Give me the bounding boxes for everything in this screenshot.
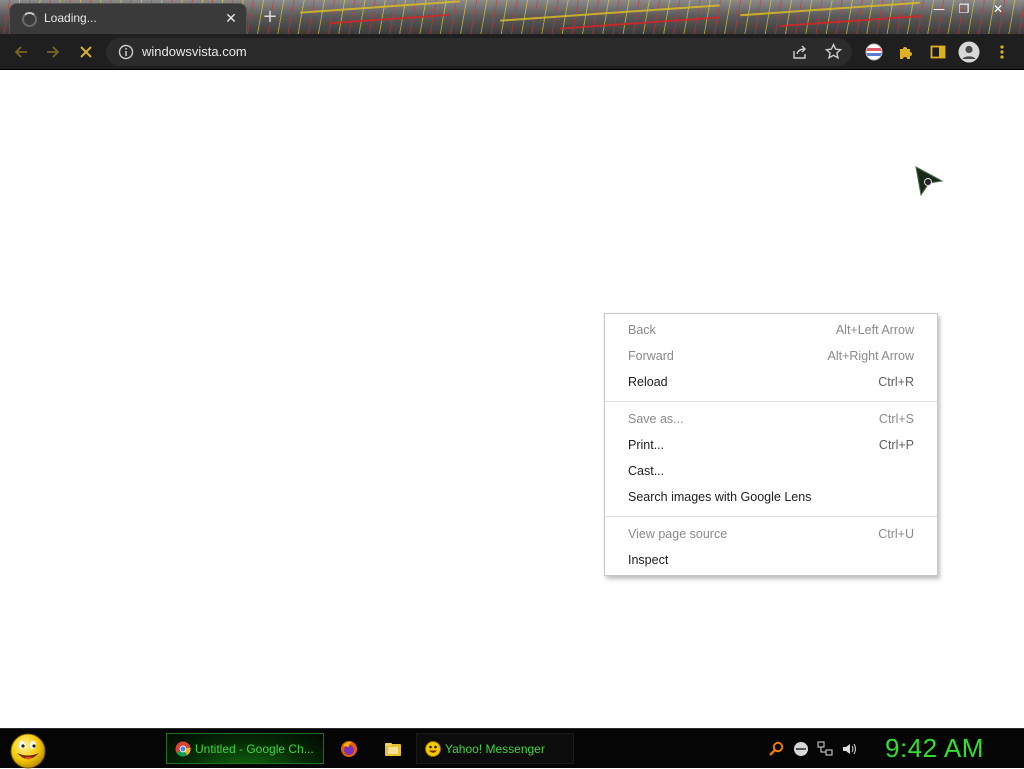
mouse-cursor-icon bbox=[915, 166, 944, 197]
menu-item-shortcut: Ctrl+R bbox=[878, 375, 914, 389]
taskbar-button-label: Yahoo! Messenger bbox=[445, 741, 545, 756]
menu-item-reload[interactable]: Reload Ctrl+R bbox=[605, 370, 937, 396]
side-panel-button[interactable] bbox=[926, 40, 950, 64]
menu-item-label: Cast... bbox=[628, 464, 665, 478]
tab-close-button[interactable]: ✕ bbox=[222, 10, 240, 28]
menu-item-shortcut: Alt+Left Arrow bbox=[835, 323, 914, 337]
tab-title: Loading... bbox=[44, 11, 97, 25]
search-tray-icon[interactable] bbox=[768, 741, 784, 757]
loading-spinner-icon bbox=[22, 12, 37, 27]
share-icon[interactable] bbox=[792, 44, 808, 60]
menu-icon bbox=[1000, 45, 1004, 59]
menu-item-label: View page source bbox=[628, 527, 728, 541]
menu-separator bbox=[605, 401, 937, 402]
new-tab-button[interactable]: + bbox=[260, 7, 280, 27]
start-button-smiley-icon[interactable] bbox=[8, 731, 48, 769]
profile-button[interactable] bbox=[957, 40, 981, 64]
menu-item-shortcut: Ctrl+P bbox=[878, 438, 914, 452]
bookmark-star-icon[interactable] bbox=[825, 43, 842, 60]
stop-loading-button[interactable] bbox=[74, 40, 98, 64]
taskbar: Untitled - Google Ch... Yahoo! Messenger… bbox=[0, 728, 1024, 769]
taskbar-clock[interactable]: 9:42 AM bbox=[885, 733, 984, 764]
browser-tab[interactable]: Loading... ✕ bbox=[9, 3, 247, 34]
info-icon[interactable] bbox=[118, 44, 134, 60]
wallpaper-streak bbox=[300, 0, 460, 14]
menu-item-label: Forward bbox=[628, 349, 674, 363]
context-menu: Back Alt+Left Arrow Forward Alt+Right Arrow… bbox=[604, 313, 938, 576]
network-icon[interactable] bbox=[817, 741, 833, 757]
menu-item-forward[interactable]: Forward Alt+Right Arrow bbox=[605, 344, 937, 370]
menu-item-print[interactable]: Print... Ctrl+P bbox=[605, 433, 937, 459]
restore-button[interactable]: ❐ bbox=[951, 2, 977, 16]
stop-icon bbox=[80, 46, 92, 58]
address-bar[interactable]: windowsvista.com bbox=[106, 38, 852, 66]
folder-icon[interactable] bbox=[384, 740, 402, 758]
menu-item-search-images-with-google-lens[interactable]: Search images with Google Lens bbox=[605, 485, 937, 511]
menu-item-save-as[interactable]: Save as... Ctrl+S bbox=[605, 407, 937, 433]
menu-item-shortcut: Alt+Right Arrow bbox=[827, 349, 915, 363]
url-text[interactable]: windowsvista.com bbox=[142, 44, 247, 59]
menu-item-label: Back bbox=[628, 323, 656, 337]
wallpaper-streak bbox=[740, 1, 920, 17]
title-bar: Loading... ✕ + — ❐ ✕ bbox=[0, 0, 1024, 34]
menu-item-shortcut: Ctrl+S bbox=[878, 412, 914, 426]
taskbar-button-chrome[interactable]: Untitled - Google Ch... bbox=[166, 733, 324, 764]
menu-item-label: Print... bbox=[628, 438, 665, 452]
back-icon bbox=[14, 46, 27, 58]
menu-item-inspect[interactable]: Inspect bbox=[605, 548, 937, 574]
chrome-icon bbox=[175, 741, 191, 756]
menu-item-label: Save as... bbox=[628, 412, 684, 426]
firefox-icon[interactable] bbox=[340, 740, 358, 758]
taskbar-button-yahoo-messenger[interactable]: Yahoo! Messenger bbox=[416, 733, 574, 764]
wallpaper-streak bbox=[560, 16, 720, 30]
minimize-button[interactable]: — bbox=[926, 2, 952, 16]
menu-separator bbox=[605, 516, 937, 517]
extensions-puzzle-icon bbox=[900, 47, 912, 59]
back-button[interactable] bbox=[9, 40, 33, 64]
profile-icon bbox=[958, 41, 980, 63]
forward-button[interactable] bbox=[41, 40, 65, 64]
menu-button[interactable] bbox=[990, 40, 1014, 64]
menu-item-label: Search images with Google Lens bbox=[628, 490, 812, 504]
wallpaper-streak bbox=[330, 13, 450, 25]
menu-item-view-page-source[interactable]: View page source Ctrl+U bbox=[605, 522, 937, 548]
yahoo-messenger-icon bbox=[425, 740, 441, 757]
wallpaper-streak bbox=[780, 15, 920, 27]
menu-item-cast[interactable]: Cast... bbox=[605, 459, 937, 485]
menu-item-label: Reload bbox=[628, 375, 668, 389]
browser-toolbar: windowsvista.com bbox=[0, 34, 1024, 70]
taskbar-button-label: Untitled - Google Ch... bbox=[195, 741, 314, 756]
forward-icon bbox=[47, 46, 60, 58]
menu-item-label: Inspect bbox=[628, 553, 669, 567]
window-close-button[interactable]: ✕ bbox=[985, 2, 1011, 16]
extensions-button[interactable] bbox=[894, 40, 918, 64]
side-panel-icon bbox=[930, 45, 946, 59]
extension-flag-button[interactable] bbox=[862, 40, 886, 64]
volume-icon[interactable] bbox=[841, 741, 857, 757]
menu-item-back[interactable]: Back Alt+Left Arrow bbox=[605, 318, 937, 344]
extension-flag-icon bbox=[865, 43, 883, 61]
menu-item-shortcut: Ctrl+U bbox=[878, 527, 914, 541]
network-globe-icon[interactable] bbox=[793, 741, 809, 757]
